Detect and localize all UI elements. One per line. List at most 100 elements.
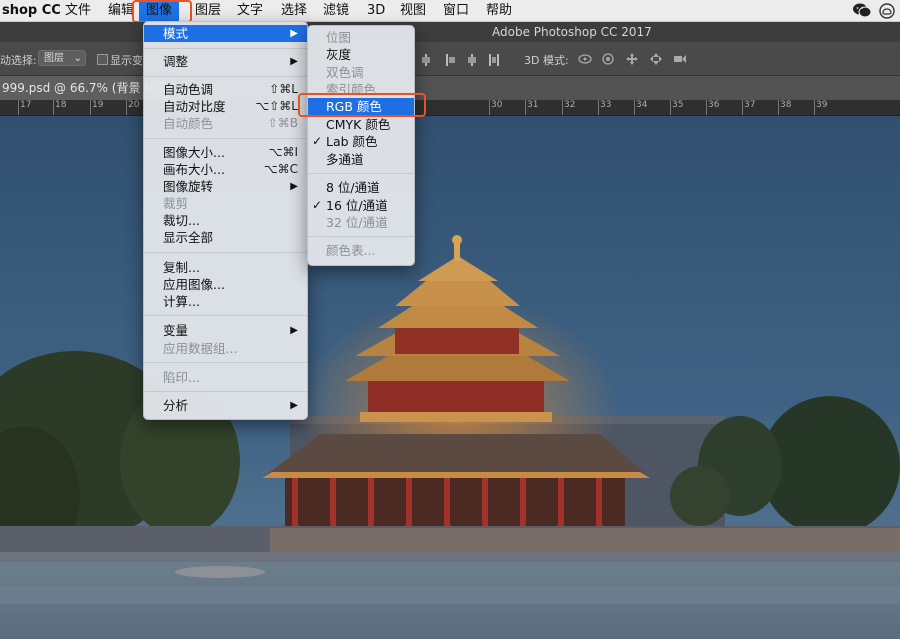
title-bar: Adobe Photoshop CC 2017 [0, 22, 900, 42]
menu-item-label: 双色调 [326, 65, 364, 80]
mode-item-8-bit[interactable]: 8 位/通道 [308, 179, 414, 196]
document-canvas[interactable] [0, 116, 900, 639]
menu-item-label: 图像旋转 [163, 179, 214, 194]
menu-item-label: 陷印... [163, 370, 200, 385]
creative-cloud-icon[interactable] [879, 3, 895, 19]
menu-item-adjustments[interactable]: 调整 ▶ [144, 53, 307, 70]
menu-separator [144, 138, 307, 139]
menu-item-apply-image[interactable]: 应用图像... [144, 276, 307, 293]
ruler-tick: 38 [777, 100, 792, 115]
options-bar: 动选择: 图层 ⌄ 显示变 3D 模式: [0, 42, 900, 76]
mode-item-cmyk-color[interactable]: CMYK 颜色 [308, 116, 414, 133]
menu-item-shortcut: ⌥⌘I [268, 145, 298, 159]
wechat-icon[interactable] [852, 2, 872, 19]
menu-item-analysis[interactable]: 分析 ▶ [144, 397, 307, 414]
menu-item-label: 自动色调 [163, 82, 214, 97]
3d-scale-icon[interactable] [672, 52, 688, 66]
menu-separator [308, 173, 414, 174]
menu-item-crop: 裁剪 [144, 195, 307, 212]
menu-type[interactable]: 文字 [237, 0, 263, 21]
menu-separator [144, 391, 307, 392]
menu-edit[interactable]: 编辑 [108, 0, 134, 21]
canvas-photo [0, 116, 900, 639]
submenu-arrow-icon: ▶ [290, 181, 298, 192]
rgb-color-highlight-box [298, 93, 426, 117]
3d-slide-icon[interactable] [648, 52, 664, 66]
menu-item-label: 颜色表... [326, 243, 376, 258]
mode-item-lab-color[interactable]: ✓ Lab 颜色 [308, 133, 414, 150]
checkmark-icon: ✓ [312, 134, 323, 148]
menu-item-label: 显示全部 [163, 230, 214, 245]
mode-item-bitmap: 位图 [308, 29, 414, 46]
mode-item-16-bit[interactable]: ✓ 16 位/通道 [308, 197, 414, 214]
menu-item-label: 裁剪 [163, 196, 189, 211]
menu-item-label: 应用图像... [163, 277, 225, 292]
menu-item-label: 多通道 [326, 152, 364, 167]
menu-item-image-size[interactable]: 图像大小... ⌥⌘I [144, 144, 307, 161]
menu-3d[interactable]: 3D [367, 0, 385, 21]
menu-item-mode[interactable]: 模式 ▶ [144, 25, 307, 42]
menu-item-label: 模式 [163, 26, 189, 41]
align-icon[interactable] [446, 54, 456, 66]
menu-window[interactable]: 窗口 [443, 0, 469, 21]
ruler-tick: 31 [524, 100, 539, 115]
ruler-tick: 39 [813, 100, 828, 115]
ruler-tick: 19 [89, 100, 104, 115]
menu-separator [308, 236, 414, 237]
ruler-tick: 36 [705, 100, 720, 115]
image-menu-dropdown: 模式 ▶ 调整 ▶ 自动色调 ⇧⌘L 自动对比度 ⌥⇧⌘L 自动颜色 ⇧⌘B 图… [143, 21, 308, 420]
submenu-arrow-icon: ▶ [290, 400, 298, 411]
align-icon[interactable] [421, 54, 431, 66]
menu-file[interactable]: 文件 [65, 0, 91, 21]
menu-item-label: 自动颜色 [163, 116, 214, 131]
menu-item-image-rotation[interactable]: 图像旋转 ▶ [144, 178, 307, 195]
menu-item-trap: 陷印... [144, 369, 307, 386]
3d-rotate-icon[interactable] [577, 52, 593, 66]
mode-item-multichannel[interactable]: 多通道 [308, 151, 414, 168]
menu-select[interactable]: 选择 [281, 0, 307, 21]
menu-item-variables[interactable]: 变量 ▶ [144, 322, 307, 339]
menu-item-label: 变量 [163, 323, 189, 338]
align-icon[interactable] [467, 54, 477, 66]
menu-item-label: 16 位/通道 [326, 198, 388, 213]
menu-filter[interactable]: 滤镜 [323, 0, 349, 21]
show-transform-label: 显示变 [110, 54, 143, 67]
menu-item-label: 分析 [163, 398, 189, 413]
menu-layer[interactable]: 图层 [195, 0, 221, 21]
menu-item-shortcut: ⌥⇧⌘L [255, 99, 298, 113]
ruler-tick: 37 [741, 100, 756, 115]
menu-item-shortcut: ⇧⌘B [267, 116, 298, 130]
menu-item-auto-contrast[interactable]: 自动对比度 ⌥⇧⌘L [144, 98, 307, 115]
menu-item-duplicate[interactable]: 复制... [144, 259, 307, 276]
menu-item-label: 位图 [326, 30, 352, 45]
menu-item-auto-tone[interactable]: 自动色调 ⇧⌘L [144, 81, 307, 98]
ruler-tick: 18 [52, 100, 67, 115]
menu-item-apply-data-set: 应用数据组... [144, 340, 307, 357]
3d-pan-icon[interactable] [624, 52, 640, 66]
document-tab-bar: 999.psd @ 66.7% (背景 拷贝 [0, 76, 900, 100]
menu-item-canvas-size[interactable]: 画布大小... ⌥⌘C [144, 161, 307, 178]
menu-item-shortcut: ⌥⌘C [263, 162, 298, 176]
image-menu-highlight-box [132, 0, 192, 23]
menu-item-reveal-all[interactable]: 显示全部 [144, 229, 307, 246]
menu-help[interactable]: 帮助 [486, 0, 512, 21]
3d-roll-icon[interactable] [600, 52, 616, 66]
ruler-tick: 17 [17, 100, 32, 115]
menu-item-label: 自动对比度 [163, 99, 226, 114]
menu-item-label: 应用数据组... [163, 341, 238, 356]
auto-select-value: 图层 [44, 53, 64, 64]
mode-item-grayscale[interactable]: 灰度 [308, 46, 414, 63]
menu-item-label: 图像大小... [163, 145, 225, 160]
mode-item-32-bit: 32 位/通道 [308, 214, 414, 231]
menu-item-label: 灰度 [326, 47, 352, 62]
ruler-tick: 30 [488, 100, 503, 115]
distribute-icon[interactable] [489, 54, 499, 66]
auto-select-dropdown[interactable]: 图层 ⌄ [38, 50, 86, 66]
submenu-arrow-icon: ▶ [290, 28, 298, 39]
menu-view[interactable]: 视图 [400, 0, 426, 21]
app-menu[interactable]: shop CC [2, 0, 61, 21]
menu-item-calculations[interactable]: 计算... [144, 293, 307, 310]
show-transform-checkbox[interactable] [97, 54, 108, 65]
menu-item-trim[interactable]: 裁切... [144, 212, 307, 229]
menu-separator [144, 252, 307, 253]
